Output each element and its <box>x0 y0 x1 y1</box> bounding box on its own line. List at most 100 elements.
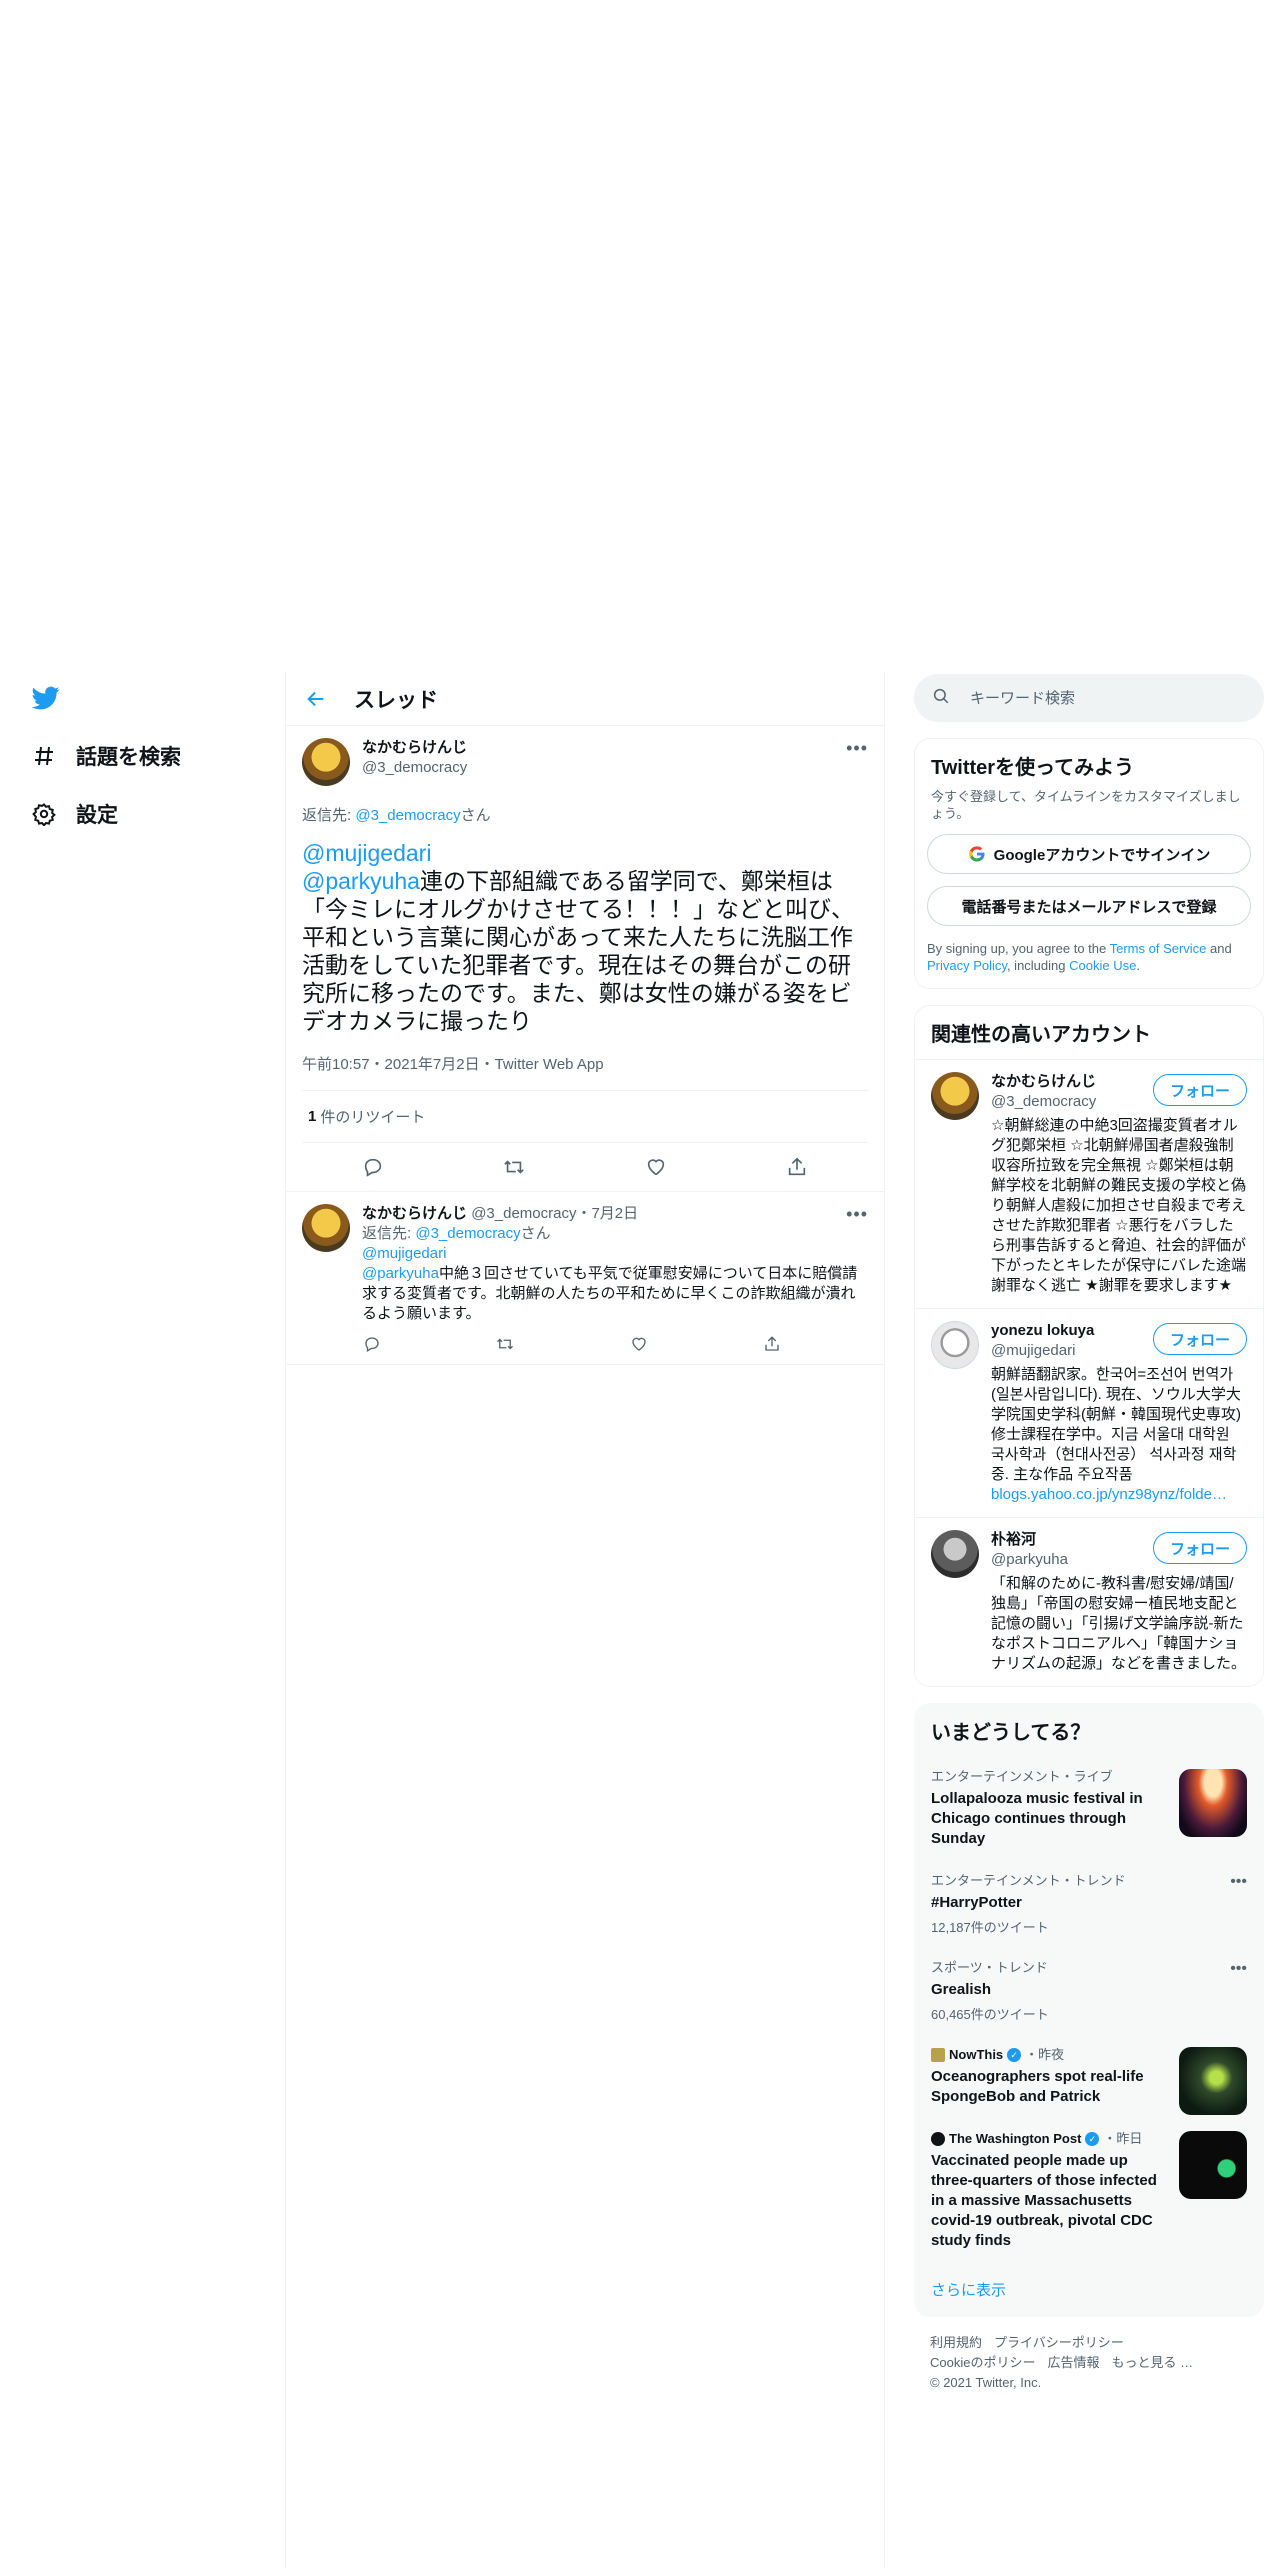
avatar[interactable] <box>931 1072 979 1120</box>
account-item[interactable]: なかむらけんじ @3_democracy フォロー ☆朝鮮総連の中絶3回盗撮変質… <box>915 1059 1263 1308</box>
account-bio-link[interactable]: blogs.yahoo.co.jp/ynz98ynz/folde… <box>991 1485 1247 1505</box>
nav-explore[interactable]: 話題を検索 <box>30 736 181 776</box>
avatar[interactable] <box>302 1204 350 1252</box>
follow-button[interactable]: フォロー <box>1152 1074 1247 1106</box>
thread-column: スレッド なかむらけんじ @3_democracy ••• 返信先: @3_de… <box>285 672 885 2568</box>
more-options-icon[interactable]: ••• <box>846 1204 868 1225</box>
trend-count: 60,465件のツイート <box>931 2007 1049 2022</box>
follow-button[interactable]: フォロー <box>1152 1323 1247 1355</box>
footer-cookie-link[interactable]: Cookieのポリシー <box>930 2355 1035 2370</box>
reply-icon[interactable] <box>361 1155 385 1179</box>
reply-suffix: さん <box>460 807 491 824</box>
author-name[interactable]: なかむらけんじ <box>362 738 467 758</box>
legal-including: , including <box>1006 958 1070 973</box>
footer-privacy-link[interactable]: プライバシーポリシー <box>994 2335 1124 2350</box>
trend-category: エンターテインメント・トレンド <box>931 1873 1126 1888</box>
follow-button[interactable]: フォロー <box>1152 1532 1247 1564</box>
relevant-accounts-card: 関連性の高いアカウント なかむらけんじ @3_democracy フォロー ☆朝… <box>914 1005 1264 1687</box>
nav-explore-label: 話題を検索 <box>76 746 181 769</box>
nav-settings[interactable]: 設定 <box>30 794 118 834</box>
trend-time: ・昨夜 <box>1025 2047 1065 2062</box>
account-bio: ☆朝鮮総連の中絶3回盗撮変質者オルグ犯鄭栄桓 ☆北朝鮮帰国者虐殺強制収容所拉致を… <box>991 1117 1247 1294</box>
privacy-link[interactable]: Privacy Policy <box>927 958 1007 973</box>
reply-tweet[interactable]: ••• なかむらけんじ @3_democracy・7月2日 返信先: @3_de… <box>286 1191 884 1365</box>
tweet-text: @mujigedari @parkyuha中絶３回させていても平気で従軍慰安婦に… <box>362 1244 868 1324</box>
retweet-count[interactable]: 1 件のリツイート <box>302 1091 868 1143</box>
search-input[interactable] <box>970 689 1220 707</box>
reply-to-line: 返信先: @3_democracyさん <box>362 1224 868 1244</box>
like-icon[interactable] <box>629 1334 649 1354</box>
footer: 利用規約 プライバシーポリシー Cookieのポリシー 広告情報 もっと見る … © … <box>914 2317 1264 2409</box>
nav-settings-label: 設定 <box>76 804 118 827</box>
twitter-bird-icon[interactable] <box>30 684 62 712</box>
signup-title: Twitterを使ってみよう <box>931 757 1135 779</box>
trend-source: The Washington Post <box>949 2131 1082 2146</box>
mention-link[interactable]: @parkyuha <box>302 868 420 894</box>
phone-email-signup-button[interactable]: 電話番号またはメールアドレスで登録 <box>927 886 1251 926</box>
more-options-icon[interactable]: ••• <box>1230 1960 1247 1978</box>
thread-title: スレッド <box>354 688 438 712</box>
tweet-timestamp[interactable]: 午前10:57・2021年7月2日・Twitter Web App <box>302 1053 868 1091</box>
verified-badge-icon: ✓ <box>1085 2132 1100 2146</box>
more-options-icon[interactable]: ••• <box>846 738 868 759</box>
reply-icon[interactable] <box>362 1334 382 1354</box>
google-signin-button[interactable]: Googleアカウントでサインイン <box>927 834 1251 874</box>
trends-title: いまどうしてる？ <box>931 1722 1091 1744</box>
legal-end: . <box>1136 958 1140 973</box>
reply-prefix: 返信先: <box>302 807 356 824</box>
nowthis-logo-icon <box>931 2048 945 2062</box>
footer-ads-link[interactable]: 広告情報 <box>1047 2355 1099 2370</box>
reply-to-link[interactable]: @3_democracy <box>415 1225 520 1242</box>
action-bar <box>362 1334 782 1354</box>
trend-item[interactable]: エンターテインメント・ライブ Lollapalooza music festiv… <box>915 1757 1263 1861</box>
signup-subtitle: 今すぐ登録して、タイムラインをカスタマイズしましょう。 <box>931 789 1241 821</box>
trend-item[interactable]: NowThis ✓ ・昨夜 Oceanographers spot real-l… <box>915 2035 1263 2119</box>
avatar[interactable] <box>931 1321 979 1369</box>
search-box[interactable] <box>914 674 1264 722</box>
google-icon <box>968 845 986 863</box>
trend-source: NowThis <box>949 2047 1004 2062</box>
retweet-icon[interactable] <box>502 1155 526 1179</box>
footer-copyright: © 2021 Twitter, Inc. <box>930 2375 1042 2390</box>
mention-link[interactable]: @parkyuha <box>362 1265 439 1282</box>
account-item[interactable]: yonezu lokuya @mujigedari フォロー 朝鮮語翻訳家。한국… <box>915 1308 1263 1517</box>
trend-item[interactable]: スポーツ・トレンド Grealish 60,465件のツイート ••• <box>915 1948 1263 2035</box>
author-handle[interactable]: @3_democracy <box>362 758 467 778</box>
terms-link[interactable]: Terms of Service <box>1110 941 1207 956</box>
footer-more-link[interactable]: もっと見る … <box>1111 2355 1193 2370</box>
avatar[interactable] <box>931 1530 979 1578</box>
gear-icon <box>30 800 58 828</box>
signup-legal-text: By signing up, you agree to the Terms of… <box>915 926 1263 988</box>
author-name[interactable]: なかむらけんじ <box>362 1205 467 1222</box>
washington-post-logo-icon <box>931 2132 945 2146</box>
author-handle[interactable]: @3_democracy <box>471 1205 576 1222</box>
trend-item[interactable]: エンターテインメント・トレンド #HarryPotter 12,187件のツイー… <box>915 1861 1263 1948</box>
mention-link[interactable]: @mujigedari <box>362 1244 868 1264</box>
cookie-link[interactable]: Cookie Use <box>1069 958 1136 973</box>
retweet-number: 1 <box>308 1108 317 1125</box>
trend-item[interactable]: The Washington Post ✓ ・昨日 Vaccinated peo… <box>915 2119 1263 2263</box>
retweet-icon[interactable] <box>495 1334 515 1354</box>
legal-and: and <box>1206 941 1232 956</box>
mention-link[interactable]: @mujigedari <box>302 839 868 867</box>
reply-to-link[interactable]: @3_democracy <box>355 807 460 824</box>
hashtag-icon <box>30 742 58 770</box>
trend-title: Lollapalooza music festival in Chicago c… <box>931 1790 1143 1847</box>
footer-terms-link[interactable]: 利用規約 <box>930 2335 982 2350</box>
trend-title: #HarryPotter <box>931 1894 1022 1911</box>
share-icon[interactable] <box>785 1155 809 1179</box>
reply-to-line: 返信先: @3_democracyさん <box>302 804 868 825</box>
account-item[interactable]: 朴裕河 @parkyuha フォロー 「和解のために-教科書/慰安婦/靖国/独島… <box>915 1517 1263 1686</box>
right-sidebar: Twitterを使ってみよう 今すぐ登録して、タイムラインをカスタマイズしましょ… <box>914 672 1264 2409</box>
avatar[interactable] <box>302 738 350 786</box>
reply-header: なかむらけんじ @3_democracy・7月2日 <box>362 1204 868 1224</box>
trend-count: 12,187件のツイート <box>931 1920 1049 1935</box>
like-icon[interactable] <box>644 1155 668 1179</box>
trend-title: Grealish <box>931 1981 992 1998</box>
tweet-date[interactable]: ・7月2日 <box>576 1205 638 1222</box>
share-icon[interactable] <box>762 1334 782 1354</box>
show-more-link[interactable]: さらに表示 <box>915 2263 1263 2316</box>
trend-thumbnail <box>1179 1769 1247 1837</box>
more-options-icon[interactable]: ••• <box>1230 1873 1247 1891</box>
back-arrow-icon[interactable] <box>302 685 330 713</box>
